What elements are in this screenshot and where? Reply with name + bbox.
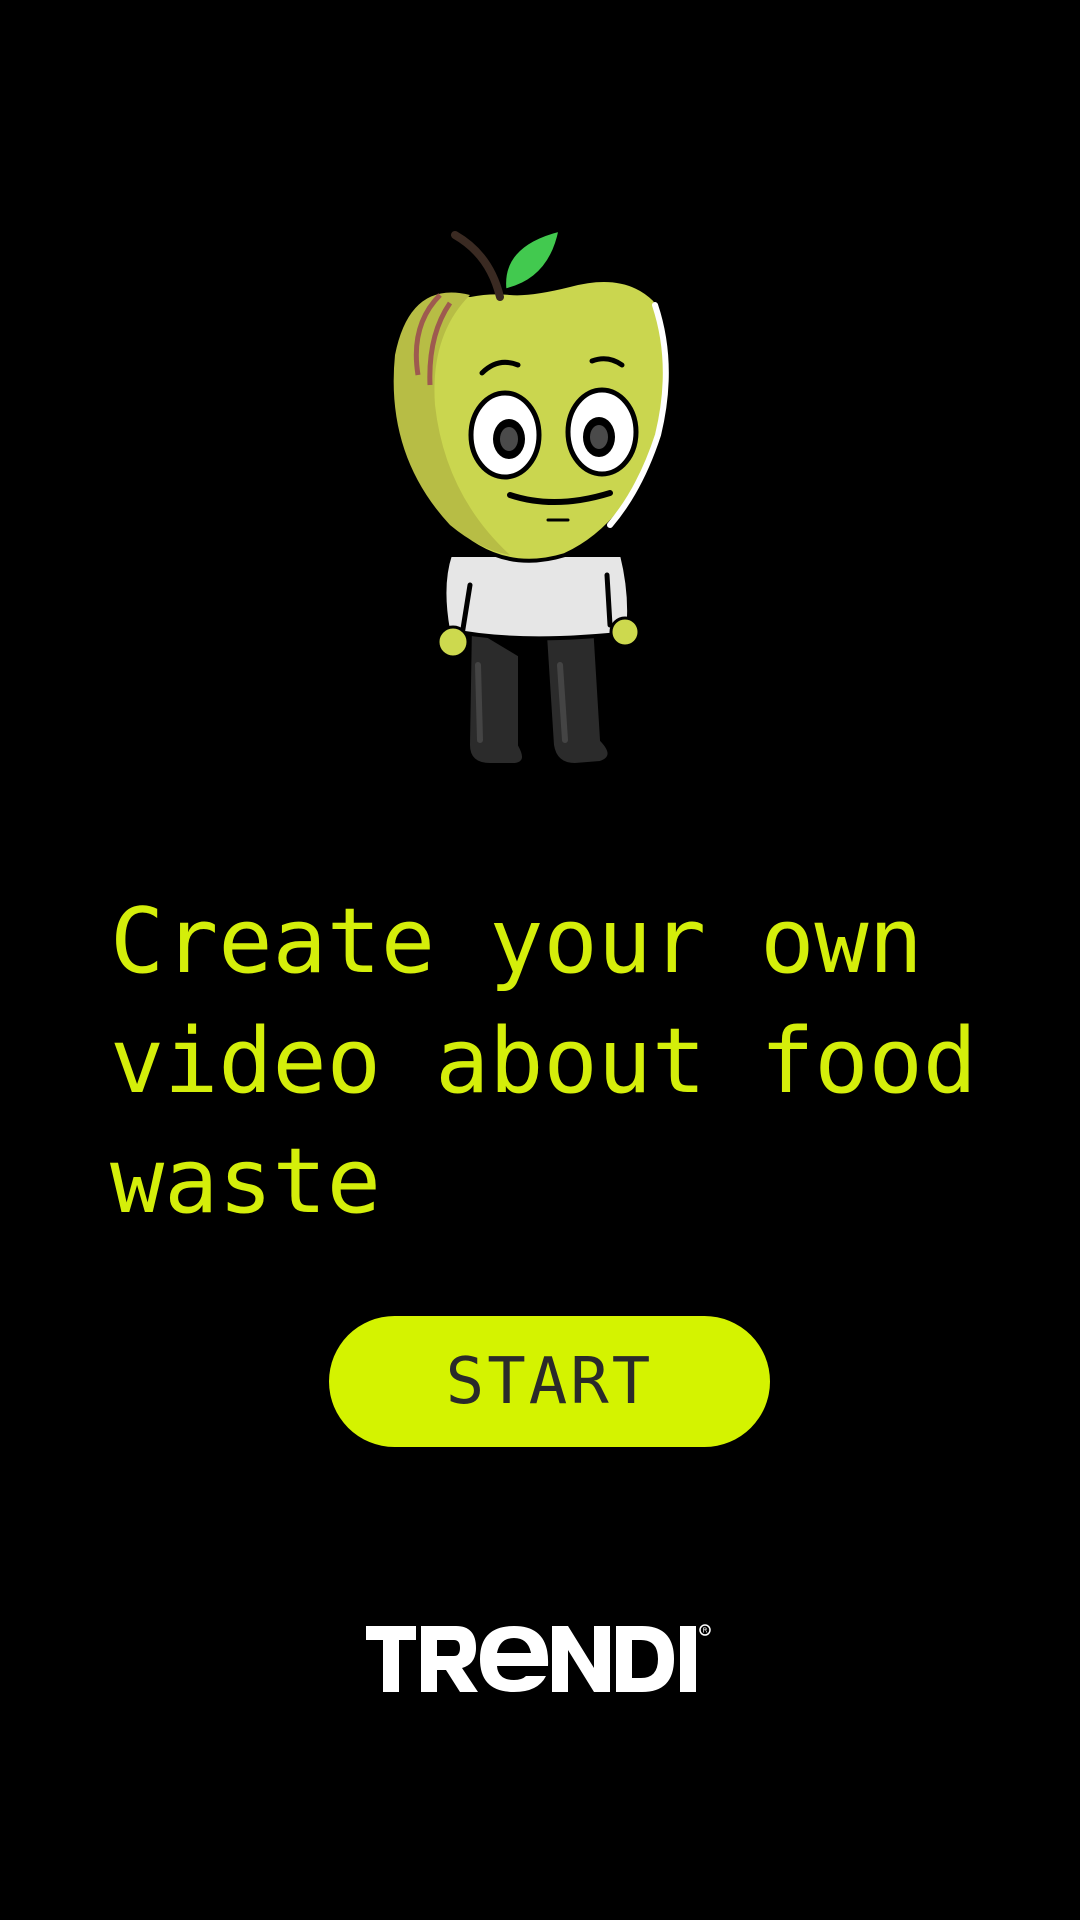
- trendi-logo: R: [366, 1624, 711, 1692]
- apple-mascot-icon: [391, 227, 671, 768]
- start-button[interactable]: START: [329, 1316, 770, 1447]
- svg-text:R: R: [703, 1627, 708, 1635]
- headline: Create your own video about food waste: [110, 889, 977, 1234]
